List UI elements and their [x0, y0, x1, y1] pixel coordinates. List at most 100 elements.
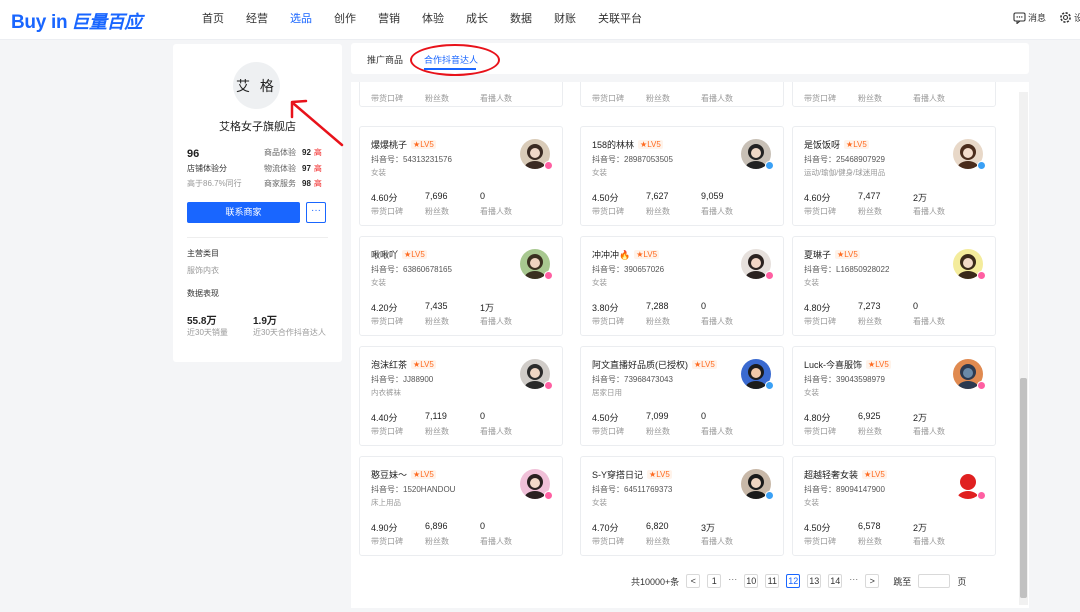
page-button[interactable]: 12: [786, 574, 801, 588]
page-ellipsis[interactable]: ···: [728, 574, 737, 588]
creator-stat-label: 看播人数: [480, 94, 512, 103]
creator-card[interactable]: 阿文直播好品质(已授权) ★LV5 抖音号：73968473043 居家日用 4.50分…: [580, 346, 784, 446]
creator-stat-value: 7,099: [646, 411, 669, 421]
creator-douyin-id: 抖音号：64511769373: [592, 485, 673, 494]
creator-card-partial[interactable]: 带货口碑 粉丝数 看播人数: [359, 82, 563, 107]
page-button[interactable]: 1: [707, 574, 722, 588]
page-button[interactable]: 10: [744, 574, 759, 588]
creator-card-partial[interactable]: 带货口碑 粉丝数 看播人数: [792, 82, 996, 107]
creator-category: 女装: [804, 278, 819, 287]
creator-card[interactable]: S-Y穿搭日记 ★LV5 抖音号：64511769373 女装 4.70分 带货口碑 6,8…: [580, 456, 784, 556]
creator-name: 阿文直播好品质(已授权): [592, 360, 688, 370]
nav-item-experience[interactable]: 体验: [411, 0, 455, 40]
creator-stat-value: 0: [913, 301, 919, 311]
creator-stat-label: 带货口碑: [592, 317, 624, 326]
metric-value: 97: [302, 164, 311, 173]
level-text: LV5: [853, 140, 867, 149]
creator-stat-label: 粉丝数: [858, 207, 882, 216]
creator-stat-label: 粉丝数: [646, 537, 670, 546]
creator-card[interactable]: 爆爆桃子 ★LV5 抖音号：54313231576 女装 4.60分 带货口碑 7,696 粉…: [359, 126, 563, 226]
creator-card[interactable]: 是饭饭呀 ★LV5 抖音号：25468907929 运动/瑜伽/健身/球迷用品 4.60…: [792, 126, 996, 226]
nav-item-linked-platform[interactable]: 关联平台: [587, 0, 653, 40]
level-badge: ★LV5: [844, 140, 869, 149]
level-badge: ★LV5: [411, 470, 436, 479]
creator-stat-label: 粉丝数: [646, 94, 670, 103]
nav-item-finance[interactable]: 财账: [543, 0, 587, 40]
creator-stat-value: 7,435: [425, 301, 448, 311]
creator-stat-label: 带货口碑: [804, 427, 836, 436]
jump-page-input[interactable]: [918, 574, 951, 588]
creator-stat-value: 2万: [913, 523, 928, 533]
creator-card[interactable]: 泡沫红茶 ★LV5 抖音号：JJ88900 内衣裤袜 4.40分 带货口碑 7,119 粉丝数…: [359, 346, 563, 446]
nav-item-operate[interactable]: 经营: [235, 0, 279, 40]
buyin-logo[interactable]: Buy in 巨量百应: [11, 8, 142, 34]
creator-stat-label: 看播人数: [913, 207, 945, 216]
creator-name: Luck-今喜服饰: [804, 360, 863, 370]
verified-badge-icon: [544, 161, 553, 170]
creator-stat-label: 带货口碑: [592, 94, 624, 103]
logo-text: Buy in: [11, 12, 68, 33]
verified-badge-icon: [765, 271, 774, 280]
creator-card-partial[interactable]: 带货口碑 粉丝数 看播人数: [580, 82, 784, 107]
page-button[interactable]: 14: [828, 574, 843, 588]
creator-category: 女装: [592, 278, 607, 287]
shop-score-label: 店铺体验分: [187, 164, 227, 173]
creator-card[interactable]: 超越轻奢女装 ★LV5 抖音号：89094147900 女装 4.50分 带货口碑 6,57…: [792, 456, 996, 556]
creator-name-row: 夏琳子 ★LV5: [804, 248, 860, 261]
creator-card[interactable]: Luck-今喜服饰 ★LV5 抖音号：39043598979 女装 4.80分 带货口碑 6…: [792, 346, 996, 446]
nav-item-create[interactable]: 创作: [323, 0, 367, 40]
creator-stat-value: 6,820: [646, 521, 669, 531]
creator-douyin-id: 抖音号：63860678165: [371, 265, 452, 274]
creator-stat-value: 4.80分: [804, 413, 831, 423]
tab-promoted-products[interactable]: 推广商品: [367, 53, 403, 66]
gear-icon: [1060, 12, 1071, 23]
page-button[interactable]: 13: [807, 574, 822, 588]
creator-stat-label: 带货口碑: [371, 94, 403, 103]
annotation-ellipse: [410, 44, 500, 76]
creator-stat-value: 7,696: [425, 191, 448, 201]
pagination: 共10000+条 < 1 ··· 10 11 12 13 14 ··· > 跳至 页: [631, 574, 966, 588]
creator-stat-label: 看播人数: [480, 427, 512, 436]
shop-avatar: 艾 格: [233, 62, 280, 109]
settings-label: 设: [1074, 13, 1080, 23]
page-button[interactable]: 11: [765, 574, 780, 588]
page-ellipsis[interactable]: ···: [849, 574, 858, 588]
scrollbar-thumb[interactable]: [1020, 378, 1027, 598]
nav-item-selection[interactable]: 选品: [279, 0, 323, 40]
creator-stat-label: 看播人数: [480, 207, 512, 216]
creator-name: 爆爆桃子: [371, 140, 408, 150]
creator-stat-label: 粉丝数: [425, 537, 449, 546]
creator-stat-label: 带货口碑: [371, 207, 403, 216]
creator-stat-value: 1万: [480, 303, 495, 313]
prev-page-button[interactable]: <: [686, 574, 701, 588]
creator-card[interactable]: 夏琳子 ★LV5 抖音号：L16850928022 女装 4.80分 带货口碑 7,273 粉…: [792, 236, 996, 336]
creator-category: 女装: [592, 498, 607, 507]
creator-douyin-id: 抖音号：L16850928022: [804, 265, 890, 274]
level-text: LV5: [420, 360, 434, 369]
nav-item-marketing[interactable]: 营销: [367, 0, 411, 40]
message-button[interactable]: 消息: [1013, 11, 1046, 24]
divider: [187, 237, 328, 238]
more-options-button[interactable]: ···: [306, 202, 326, 223]
next-page-button[interactable]: >: [865, 574, 880, 588]
creator-stat-label: 粉丝数: [858, 317, 882, 326]
sales-30d-label: 近30天销量: [187, 328, 228, 337]
creator-card[interactable]: 憨豆妹～ ★LV5 抖音号：1520HANDOU 床上用品 4.90分 带货口碑 6,896…: [359, 456, 563, 556]
settings-button[interactable]: 设: [1059, 11, 1080, 24]
nav-item-home[interactable]: 首页: [191, 0, 235, 40]
creator-card[interactable]: 冲冲冲🔥 ★LV5 抖音号：390657026 女装 3.80分 带货口碑 7,288 粉丝数…: [580, 236, 784, 336]
nav-item-data[interactable]: 数据: [499, 0, 543, 40]
creator-stat-label: 看播人数: [701, 537, 733, 546]
creators-30d-label: 近30天合作抖音达人: [253, 328, 326, 337]
creator-card[interactable]: 啾啾吖 ★LV5 抖音号：63860678165 女装 4.20分 带货口碑 7,435 粉丝…: [359, 236, 563, 336]
level-badge: ★LV5: [638, 140, 663, 149]
creator-stat-value: 2万: [913, 193, 928, 203]
creator-card[interactable]: 158的林林 ★LV5 抖音号：28987053505 女装 4.50分 带货口碑 7,62…: [580, 126, 784, 226]
creator-stat-label: 带货口碑: [804, 94, 836, 103]
level-text: LV5: [844, 250, 858, 259]
nav-item-growth[interactable]: 成长: [455, 0, 499, 40]
creator-stat-value: 4.40分: [371, 413, 398, 423]
creator-name-row: 是饭饭呀 ★LV5: [804, 138, 869, 151]
contact-merchant-button[interactable]: 联系商家: [187, 202, 300, 223]
level-badge: ★LV5: [692, 360, 717, 369]
